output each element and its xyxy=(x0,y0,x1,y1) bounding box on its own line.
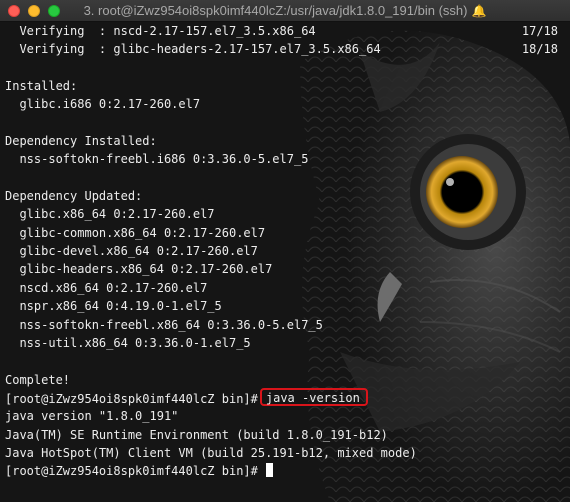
terminal-line: Dependency Installed: xyxy=(0,132,570,150)
title-bar: 3. root@iZwz954oi8spk0imf440lcZ:/usr/jav… xyxy=(0,0,570,22)
terminal-line: glibc-common.x86_64 0:2.17-260.el7 xyxy=(0,224,570,242)
terminal-line: Dependency Updated: xyxy=(0,187,570,205)
output-line: Java(TM) SE Runtime Environment (build 1… xyxy=(5,427,388,442)
output-line: Java HotSpot(TM) Client VM (build 25.191… xyxy=(5,445,417,460)
active-prompt-line[interactable]: [root@iZwz954oi8spk0imf440lcZ bin]# xyxy=(0,462,570,480)
window-title-text: 3. root@iZwz954oi8spk0imf440lcZ:/usr/jav… xyxy=(83,3,468,18)
terminal-line: nss-softokn-freebl.i686 0:3.36.0-5.el7_5 xyxy=(0,150,570,168)
line-progress: 18/18 xyxy=(521,42,558,57)
window-title: 3. root@iZwz954oi8spk0imf440lcZ:/usr/jav… xyxy=(0,3,570,18)
line-text: glibc.i686 0:2.17-260.el7 xyxy=(5,97,201,112)
line-text: Complete! xyxy=(5,372,71,387)
line-text: glibc-headers.x86_64 0:2.17-260.el7 xyxy=(5,262,273,277)
line-text: nscd.x86_64 0:2.17-260.el7 xyxy=(5,280,208,295)
line-text: Verifying : glibc-headers-2.17-157.el7_3… xyxy=(5,42,381,57)
terminal-line: nscd.x86_64 0:2.17-260.el7 xyxy=(0,279,570,297)
terminal-line: Verifying : nscd-2.17-157.el7_3.5.x86_64… xyxy=(0,22,570,40)
line-progress: 17/18 xyxy=(521,24,558,38)
terminal-line: Installed: xyxy=(0,77,570,95)
terminal-window: 3. root@iZwz954oi8spk0imf440lcZ:/usr/jav… xyxy=(0,0,570,502)
line-text: nss-softokn-freebl.i686 0:3.36.0-5.el7_5 xyxy=(5,152,309,167)
terminal-line: nss-softokn-freebl.x86_64 0:3.36.0-5.el7… xyxy=(0,316,570,334)
shell-prompt: [root@iZwz954oi8spk0imf440lcZ bin]# xyxy=(5,464,258,479)
line-text: Dependency Installed: xyxy=(5,134,157,149)
command-prompt-line: [root@iZwz954oi8spk0imf440lcZ bin]# java … xyxy=(0,387,570,407)
terminal-body[interactable]: Verifying : nscd-2.17-157.el7_3.5.x86_64… xyxy=(0,22,570,502)
terminal-line: nss-util.x86_64 0:3.36.0-1.el7_5 xyxy=(0,334,570,352)
line-text: glibc-devel.x86_64 0:2.17-260.el7 xyxy=(5,244,258,259)
line-text: glibc-common.x86_64 0:2.17-260.el7 xyxy=(5,225,266,240)
terminal-line: glibc-devel.x86_64 0:2.17-260.el7 xyxy=(0,242,570,260)
line-text: Dependency Updated: xyxy=(5,189,143,204)
line-text: Installed: xyxy=(5,79,78,94)
terminal-line: Verifying : glibc-headers-2.17-157.el7_3… xyxy=(0,40,570,58)
line-text: nss-softokn-freebl.x86_64 0:3.36.0-5.el7… xyxy=(5,317,323,332)
terminal-output: Verifying : nscd-2.17-157.el7_3.5.x86_64… xyxy=(0,22,570,481)
terminal-line: nspr.x86_64 0:4.19.0-1.el7_5 xyxy=(0,297,570,315)
line-text: nspr.x86_64 0:4.19.0-1.el7_5 xyxy=(5,299,222,314)
terminal-line: glibc.i686 0:2.17-260.el7 xyxy=(0,95,570,113)
text-cursor xyxy=(266,463,274,478)
bell-icon: 🔔 xyxy=(471,4,487,18)
terminal-line: glibc-headers.x86_64 0:2.17-260.el7 xyxy=(0,260,570,278)
terminal-line: glibc.x86_64 0:2.17-260.el7 xyxy=(0,205,570,223)
line-text: nss-util.x86_64 0:3.36.0-1.el7_5 xyxy=(5,335,251,350)
line-text: Verifying : nscd-2.17-157.el7_3.5.x86_64 xyxy=(5,24,316,38)
terminal-line: Complete! xyxy=(0,371,570,389)
shell-prompt: [root@iZwz954oi8spk0imf440lcZ bin]# xyxy=(5,391,258,406)
line-text: glibc.x86_64 0:2.17-260.el7 xyxy=(5,207,215,222)
output-line: java version "1.8.0_191" xyxy=(5,409,179,424)
highlighted-command: java -version xyxy=(259,387,368,406)
